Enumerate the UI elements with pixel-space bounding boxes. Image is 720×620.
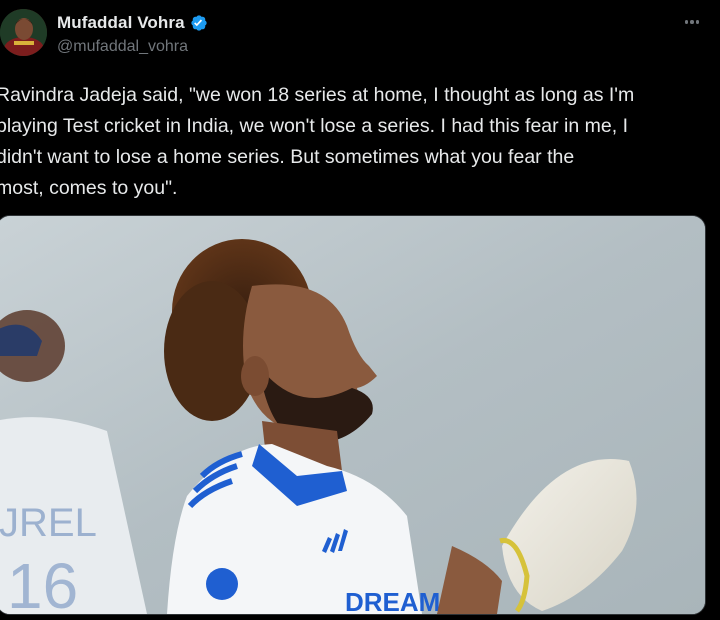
jersey-sponsor-text: DREAM — [345, 587, 440, 614]
background-jersey-letters: JREL — [0, 501, 97, 545]
background-jersey-number: 16 — [7, 550, 78, 614]
author-name-row[interactable]: Mufaddal Vohra — [57, 13, 209, 33]
tweet-text: Ravindra Jadeja said, "we won 18 series … — [0, 84, 635, 199]
verified-badge-icon[interactable] — [189, 13, 209, 33]
cricketer-photo: JREL 16 DREAM — [0, 216, 705, 614]
more-options-icon[interactable] — [680, 12, 704, 32]
avatar-photo-icon — [0, 9, 47, 56]
author-display-name[interactable]: Mufaddal Vohra — [57, 13, 185, 33]
avatar[interactable] — [0, 9, 47, 56]
more-dot — [695, 20, 700, 24]
more-dot — [690, 20, 694, 24]
tweet-media-photo[interactable]: JREL 16 DREAM — [0, 215, 706, 615]
tweet-card: Mufaddal Vohra @mufaddal_vohra Ravindra … — [0, 0, 720, 620]
more-dot — [684, 20, 689, 24]
author-handle[interactable]: @mufaddal_vohra — [57, 38, 188, 56]
